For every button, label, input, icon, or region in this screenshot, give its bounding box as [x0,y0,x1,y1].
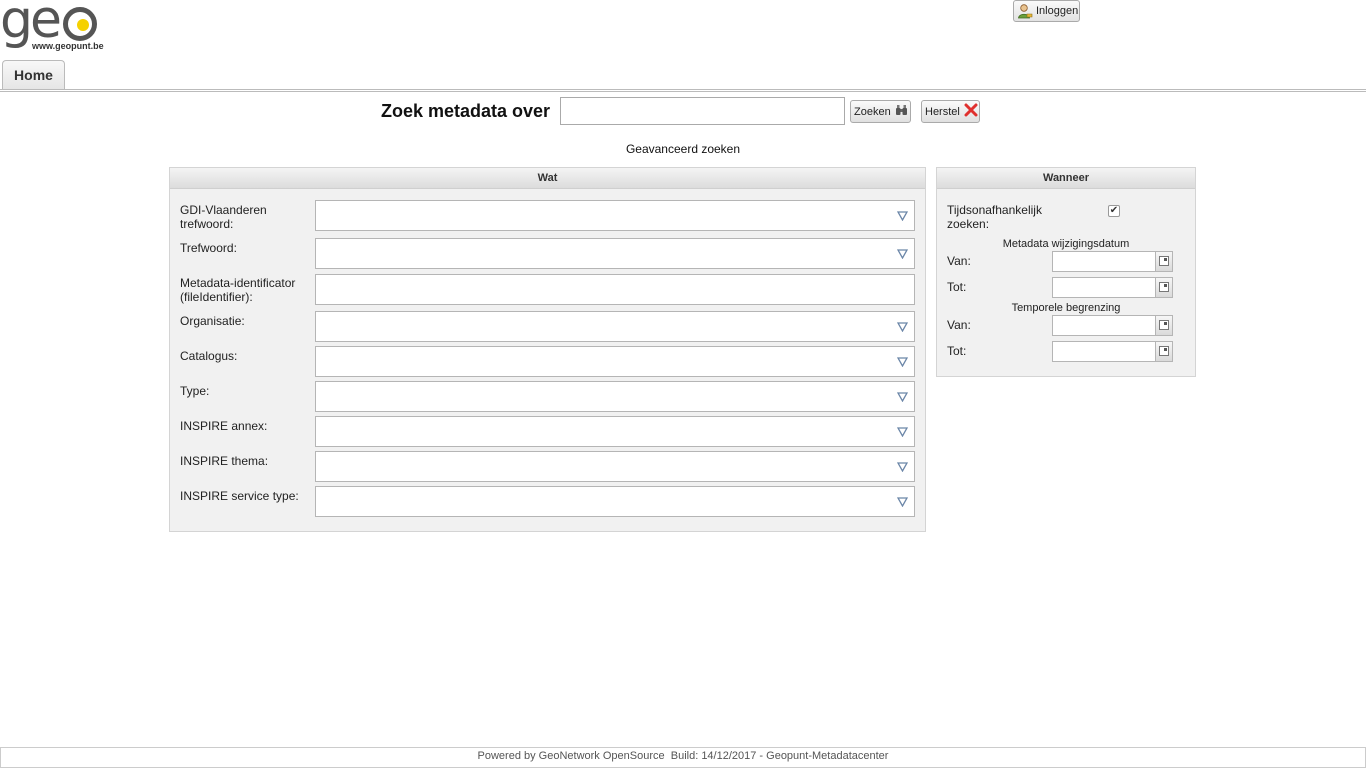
chevron-down-icon [896,210,909,222]
calendar-icon [1159,320,1169,330]
search-button-label: Zoeken [854,105,891,118]
meta-from-calendar-button[interactable] [1155,251,1173,272]
search-input[interactable] [560,97,845,125]
wanneer-panel-title: Wanneer [937,168,1195,189]
chevron-down-icon [896,356,909,368]
calendar-icon [1159,256,1169,266]
type-label: Type: [180,384,210,398]
inspire-theme-combo[interactable] [315,451,915,482]
search-title: Zoek metadata over [381,101,551,121]
keyword-combo[interactable] [315,238,915,269]
tab-bar: Home [0,60,1366,92]
reset-button-label: Herstel [925,105,960,118]
user-icon [1017,3,1033,19]
calendar-icon [1159,346,1169,356]
catalog-combo[interactable] [315,346,915,377]
meta-from-label: Van: [947,254,971,268]
time-independent-label: Tijdsonafhankelijk zoeken: [947,203,1042,231]
checkmark-icon: ✔ [1109,205,1119,216]
temp-from-calendar-button[interactable] [1155,315,1173,336]
temporal-extent-heading: Temporele begrenzing [1011,302,1121,314]
organisation-label: Organisatie: [180,314,245,328]
inspire-theme-label: INSPIRE thema: [180,454,269,468]
inspire-service-type-combo[interactable] [315,486,915,517]
advanced-search-link[interactable]: Geavanceerd zoeken [0,142,1366,156]
wanneer-panel: Wanneer Tijdsonafhankelijk zoeken: ✔ Met… [936,167,1196,377]
temp-to-calendar-button[interactable] [1155,341,1173,362]
file-identifier-label: Metadata-identificator (fileIdentifier): [180,276,296,304]
meta-to-label: Tot: [947,280,967,294]
inspire-service-type-label: INSPIRE service type: [180,489,299,503]
gdi-keyword-combo[interactable] [315,200,915,231]
calendar-icon [1159,282,1169,292]
metadata-change-heading: Metadata wijzigingsdatum [1002,238,1130,250]
type-combo[interactable] [315,381,915,412]
login-button[interactable]: Inloggen [1013,0,1080,22]
meta-to-calendar-button[interactable] [1155,277,1173,298]
meta-to-date-input[interactable] [1052,277,1156,298]
logo-url: www.geopunt.be [32,41,104,51]
wat-panel: Wat GDI-Vlaanderen trefwoord: Trefwoord:… [169,167,926,532]
chevron-down-icon [896,496,909,508]
temp-to-date-input[interactable] [1052,341,1156,362]
file-identifier-input[interactable] [315,274,915,305]
chevron-down-icon [896,248,909,260]
inspire-annex-label: INSPIRE annex: [180,419,268,433]
chevron-down-icon [896,321,909,333]
temp-to-label: Tot: [947,344,967,358]
keyword-label: Trefwoord: [180,241,237,255]
gdi-keyword-label: GDI-Vlaanderen trefwoord: [180,203,267,231]
organisation-combo[interactable] [315,311,915,342]
chevron-down-icon [896,461,909,473]
search-button[interactable]: Zoeken [850,100,911,123]
meta-from-date-input[interactable] [1052,251,1156,272]
wat-panel-title: Wat [170,168,925,189]
close-icon [964,103,978,120]
tab-home[interactable]: Home [2,60,65,89]
reset-button[interactable]: Herstel [921,100,980,123]
binoculars-icon [895,104,908,119]
temp-from-date-input[interactable] [1052,315,1156,336]
time-independent-checkbox[interactable]: ✔ [1108,205,1120,217]
chevron-down-icon [896,391,909,403]
chevron-down-icon [896,426,909,438]
footer: Powered by GeoNetwork OpenSource Build: … [0,747,1366,768]
temp-from-label: Van: [947,318,971,332]
inspire-annex-combo[interactable] [315,416,915,447]
login-label: Inloggen [1036,5,1079,17]
catalog-label: Catalogus: [180,349,238,363]
geopunt-logo[interactable]: ge www.geopunt.be [0,0,104,54]
logo-yellow-dot [77,19,89,31]
logo-o-circle [63,7,97,41]
